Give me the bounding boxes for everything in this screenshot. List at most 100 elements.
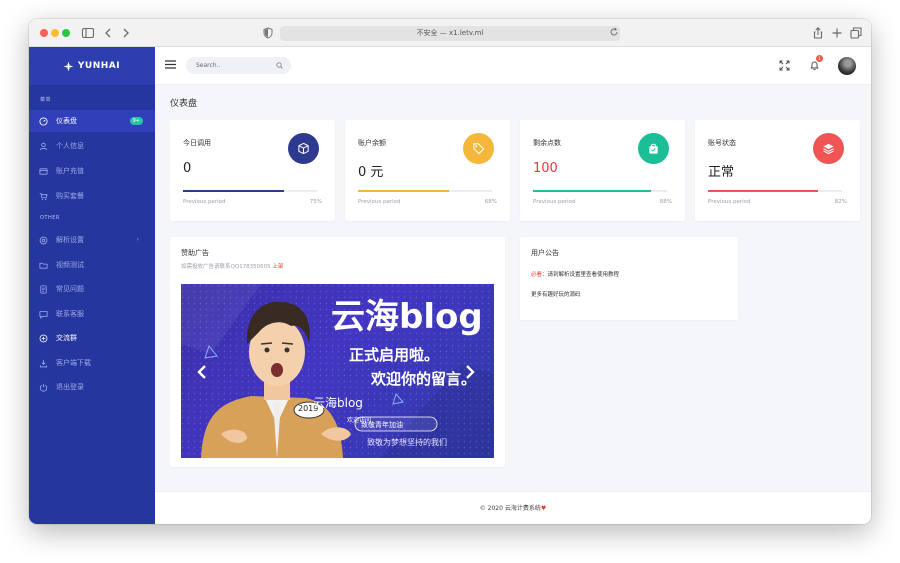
address-bar[interactable]: 不安全 — x1.letv.ml [280,26,620,41]
new-tab-icon[interactable] [830,26,844,40]
progress-track [358,190,492,192]
stat-icon-badge [638,133,669,164]
brand-logo[interactable]: YUNHAI [29,47,155,85]
sponsor-contact-text: 如需投放广告请联系QQ178350505 [181,264,271,270]
sidebar-item-label: 个人信息 [56,142,84,150]
sidebar-item-label: 交流群 [56,334,77,342]
banner-line-2: 欢迎你的留言。 [371,370,477,388]
progress-track [708,190,842,192]
stat-card-account-status: 账号状态 正常 Previous period 82% [695,120,860,221]
stat-percent: 88% [659,199,672,205]
search-box [186,57,291,74]
sponsor-ad-panel: 赞助广告 如需投放广告请联系QQ178350505 上架 云海blog 正式启用… [170,237,505,467]
announcement-text: 更多有趣好玩的源码 [531,292,581,298]
sponsor-banner-image[interactable]: 云海blog 正式启用啦。 欢迎你的留言。 2019 云海blog 欢迎访问 致… [181,284,494,458]
stat-value: 正常 [708,165,735,180]
progress-fill [183,190,284,192]
shield-icon [263,27,273,39]
stat-title: 账号状态 [708,139,736,147]
search-icon[interactable] [276,62,283,69]
share-icon[interactable] [811,26,825,40]
browser-window: 不安全 — x1.letv.ml YUNHAI 菜单 仪表盘 9+ 个人信息 账… [29,19,871,524]
dashboard-icon [39,116,48,126]
progress-fill [708,190,818,192]
folder-icon [39,262,48,269]
heart-icon: ♥ [540,505,547,512]
sidebar-item-label: 账户充值 [56,167,84,175]
stat-title: 剩余点数 [533,139,561,147]
stat-icon-badge [288,133,319,164]
page-footer: © 2020 云海计费系统♥ [155,491,871,524]
stat-footer: Previous period [533,199,576,205]
announcement-item[interactable]: 更多有趣好玩的源码 [531,290,581,298]
tab-overview-icon[interactable] [849,26,863,40]
stat-value: 100 [533,161,558,176]
announcement-label: 必看： [531,272,548,278]
plus-circle-icon [39,334,48,342]
credit-card-icon [39,167,48,175]
sidebar-item-dashboard[interactable]: 仪表盘 9+ [29,110,155,132]
announcement-item[interactable]: 必看：请到解析设置里查看使用教程 [531,270,619,278]
sidebar-item-profile[interactable]: 个人信息 [29,135,155,157]
stat-card-balance: 账户余额 0 元 Previous period 68% [345,120,510,221]
panel-title: 用户公告 [531,249,559,257]
sidebar-item-buy-package[interactable]: 购买套餐 [29,185,155,207]
banner-line-1: 正式启用啦。 [349,346,440,364]
stat-footer: Previous period [708,199,751,205]
sidebar-item-contact-support[interactable]: 联系客服 [29,303,155,325]
forward-icon[interactable] [119,26,133,40]
banner-slogan: 致敬为梦想坚持的我们 [367,438,447,447]
progress-track [533,190,667,192]
sidebar-toggle-icon[interactable] [81,26,95,40]
page-title: 仪表盘 [170,99,198,109]
sidebar-item-video-test[interactable]: 视频测试 [29,254,155,276]
panel-subtitle: 如需投放广告请联系QQ178350505 上架 [181,262,283,270]
layers-icon [823,143,834,155]
sidebar-item-label: 常见问题 [56,285,84,293]
sidebar-item-group-chat[interactable]: 交流群 [29,327,155,349]
section-label-menu: 菜单 [40,97,52,103]
user-icon [39,142,48,150]
stat-title: 账户余额 [358,139,386,147]
back-icon[interactable] [101,26,115,40]
shopping-cart-icon [39,192,48,200]
shopping-bag-icon [649,143,658,154]
progress-fill [533,190,651,192]
chevron-right-icon: › [136,236,139,243]
sidebar-item-label: 购买套餐 [56,192,84,200]
minimize-window-button[interactable] [51,29,59,37]
message-icon [39,310,48,319]
sidebar-item-label: 客户端下载 [56,359,91,367]
sidebar-item-parse-settings[interactable]: 解析设置 › [29,229,155,251]
fullscreen-icon[interactable] [779,60,790,71]
stat-value: 0 元 [358,165,384,180]
sidebar-item-label: 视频测试 [56,261,84,269]
reload-icon[interactable] [609,27,619,37]
sidebar-item-client-download[interactable]: 客户端下载 [29,352,155,374]
announcement-text: 请到解析设置里查看使用教程 [547,272,620,278]
close-window-button[interactable] [40,29,48,37]
sidebar-item-logout[interactable]: 退出登录 [29,376,155,398]
banner-badge-text: 致敬青年加油 [361,421,403,429]
footer-text: © 2020 云海计费系统 [479,505,541,512]
top-navbar: 1 [155,47,871,85]
user-avatar[interactable] [838,57,856,75]
progress-track [183,190,317,192]
progress-fill [358,190,450,192]
stat-footer: Previous period [183,199,226,205]
browser-titlebar: 不安全 — x1.letv.ml [29,19,871,47]
notification-badge: 9+ [129,117,143,125]
notification-count-badge: 1 [816,55,823,62]
sidebar-item-faq[interactable]: 常见问题 [29,278,155,300]
menu-toggle-icon[interactable] [165,60,176,69]
sidebar-item-label: 退出登录 [56,383,84,391]
maximize-window-button[interactable] [62,29,70,37]
banner-headline: 云海blog [331,297,483,337]
cube-icon [298,142,309,155]
stat-title: 今日调用 [183,139,211,147]
sponsor-tag: 上架 [272,264,284,270]
sidebar-item-label: 仪表盘 [56,117,77,125]
stat-card-remaining-points: 剩余点数 100 Previous period 88% [520,120,685,221]
sidebar-item-recharge[interactable]: 账户充值 [29,160,155,182]
search-input[interactable] [196,60,266,71]
